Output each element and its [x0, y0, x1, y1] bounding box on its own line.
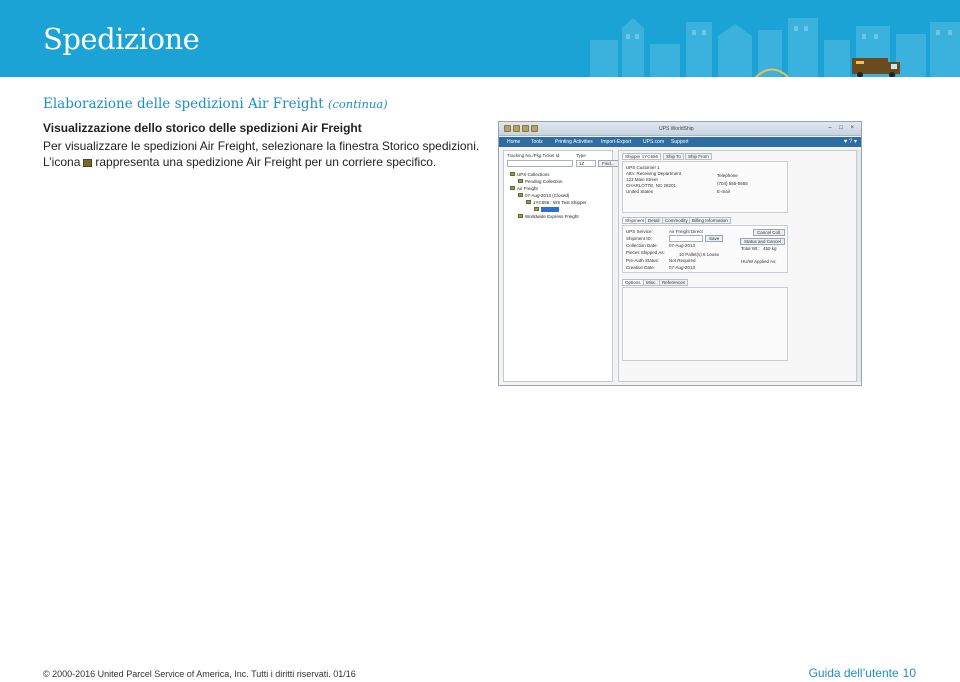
history-tree-pane: Tracking No./Pkg Ticket Id Type 1Z Find.…: [503, 150, 619, 382]
telephone-label: Telephone: [717, 173, 738, 178]
tree-item: Worldwide Express Freight: [518, 214, 579, 219]
tree-item: Air Freight: [510, 186, 538, 191]
status-cancel-button: Status and Cancel: [740, 238, 785, 245]
field-value: 10 Pallet(s) 6 Loose: [679, 252, 720, 257]
body-paragraph-line: Per visualizzare le spedizioni Air Freig…: [43, 139, 480, 153]
tree-item: Pending Collection: [518, 179, 563, 184]
subsection-title: Visualizzazione dello storico delle sped…: [43, 121, 362, 135]
shipment-detail-pane: Shipper 1YC556 Ship To Ship From UPS Cus…: [618, 150, 857, 382]
air-freight-icon: [534, 207, 539, 211]
tab-ship-to: Ship To: [663, 153, 684, 160]
tab-shipment: Shipment: [622, 217, 648, 224]
hu-applied-label: HU/W Applied As:: [741, 259, 777, 264]
tree-item: 07-Aug-2013 (Closed): [518, 193, 569, 198]
field-value: Not Required: [669, 258, 696, 263]
menu-tools: Tools: [531, 139, 543, 145]
tracking-label: Tracking No./Pkg Ticket Id: [507, 153, 560, 158]
email-label: E-mail: [717, 189, 730, 194]
field-label: Collection Date:: [626, 243, 658, 248]
save-button: Save: [705, 235, 724, 242]
folder-icon: [518, 214, 523, 218]
field-value: Air Freight Direct: [669, 229, 703, 234]
find-button: Find...: [598, 160, 619, 167]
field-label: Pre-Auth Status:: [626, 258, 660, 263]
tab-ship-from: Ship From: [685, 153, 712, 160]
section-title-text: Elaborazione delle spedizioni Air Freigh…: [43, 96, 324, 112]
address-panel: UPS Customer 1 Attn: Receiving Departmen…: [622, 161, 788, 213]
folder-icon: [518, 179, 523, 183]
menu-home: Home: [507, 139, 521, 145]
menu-import-export: Import-Export: [601, 139, 632, 145]
folder-icon: [510, 186, 515, 190]
tab-detail: Detail: [645, 217, 663, 224]
header-banner: Spedizione: [0, 0, 960, 77]
field-label: Creation Date:: [626, 265, 656, 270]
cancel-collection-button: Cancel Coll.: [753, 229, 786, 236]
address-line: CHARLOTTE, NC 28201: [626, 183, 677, 188]
tab-misc: Misc.: [643, 279, 660, 286]
menu-printing-activities: Printing Activities: [555, 139, 593, 145]
tab-shipper: Shipper 1YC556: [622, 153, 662, 160]
menu-support: Support: [671, 139, 689, 145]
tree-item: 1YC556 : WS Test Shipper: [526, 200, 586, 205]
field-label: UPS Service:: [626, 229, 653, 234]
folder-icon: [518, 193, 523, 197]
tab-options: Options: [622, 279, 644, 286]
copyright-text: © 2000-2016 United Parcel Service of Ame…: [43, 669, 356, 679]
telephone-value: (704) 555-5555: [717, 181, 748, 186]
type-select: 1Z: [576, 160, 596, 167]
tree-item: UPS Collections: [510, 172, 550, 177]
body-text: rappresenta una spedizione Air Freight p…: [95, 155, 437, 169]
options-panel: [622, 287, 788, 361]
tree-item-selected: [534, 207, 559, 212]
body-text: L’icona: [43, 155, 81, 169]
window-controls: – □ ×: [828, 125, 857, 131]
menu-bar: Home Tools Printing Activities Import-Ex…: [499, 137, 861, 147]
address-line: United States: [626, 189, 654, 194]
air-freight-icon: [83, 159, 93, 167]
help-icons: ♥ ? ▾: [843, 139, 857, 145]
toolbar-icon: [522, 125, 529, 132]
guide-label: Guida dell’utente: [808, 666, 899, 680]
footer-guide: Guida dell’utente 10: [809, 666, 916, 680]
page-title: Spedizione: [43, 22, 200, 56]
city-illustration: [590, 18, 960, 77]
field-value: 07-Aug-2013: [669, 243, 696, 248]
toolbar-icon: [513, 125, 520, 132]
section-title-suffix: (continua): [327, 97, 388, 111]
worldship-screenshot: UPS WorldShip – □ × Home Tools Printing …: [498, 121, 862, 386]
tracking-input: [507, 160, 573, 167]
field-label: Pieces Shipped As:: [626, 250, 665, 255]
body-paragraph-line: L’icona rappresenta una spedizione Air Fr…: [43, 155, 436, 169]
page-number: 10: [902, 666, 916, 680]
tab-references: References: [659, 279, 689, 286]
type-label: Type: [576, 153, 586, 158]
field-value: 07-Aug-2013: [669, 265, 696, 270]
shipper-icon: [526, 200, 531, 204]
tab-billing-information: Billing Information: [689, 217, 731, 224]
shipment-panel: UPS Service: Air Freight Direct Shipment…: [622, 225, 788, 273]
folder-icon: [510, 172, 515, 176]
menu-ups-com: UPS.com: [643, 139, 665, 145]
field-label: Shipment ID:: [626, 236, 653, 241]
shipment-id-input: [669, 235, 703, 242]
scrollbar: [857, 150, 861, 382]
address-line: Attn: Receiving Department: [626, 171, 682, 176]
section-title: Elaborazione delle spedizioni Air Freigh…: [43, 96, 388, 112]
total-weight-value: 450 kg: [763, 246, 777, 251]
total-weight-label: Total Wt.:: [741, 246, 760, 251]
tab-commodity: Commodity: [662, 217, 691, 224]
address-line: UPS Customer 1: [626, 165, 660, 170]
app-icon: [504, 125, 511, 132]
quick-access-toolbar: [504, 125, 554, 133]
address-line: 123 Main Street: [626, 177, 658, 182]
toolbar-icon: [531, 125, 538, 132]
window-titlebar: UPS WorldShip – □ ×: [499, 122, 861, 136]
window-title: UPS WorldShip: [659, 126, 694, 132]
